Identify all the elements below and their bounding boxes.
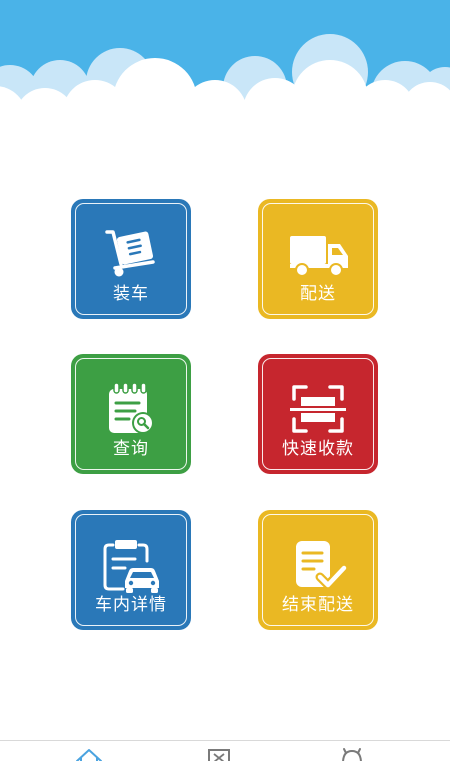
cart-icon <box>99 224 163 284</box>
load-tile[interactable]: 装车 <box>71 199 191 319</box>
user-icon <box>338 747 366 761</box>
nav-home[interactable] <box>75 747 103 761</box>
scan-icon <box>286 379 350 439</box>
nav-box[interactable] <box>205 747 233 761</box>
clipboard-car-icon <box>99 535 163 595</box>
home-icon <box>75 747 103 761</box>
load-label: 装车 <box>113 284 149 304</box>
quick-pay-label: 快速收款 <box>282 439 354 459</box>
bottom-navigation <box>0 740 450 761</box>
quick-pay-tile[interactable]: 快速收款 <box>258 354 378 474</box>
deliver-tile[interactable]: 配送 <box>258 199 378 319</box>
notebook-search-icon <box>99 379 163 439</box>
nav-user[interactable] <box>338 747 366 761</box>
vehicle-detail-tile[interactable]: 车内详情 <box>71 510 191 630</box>
vehicle-detail-label: 车内详情 <box>95 595 167 615</box>
query-label: 查询 <box>113 439 149 459</box>
document-check-icon <box>286 535 350 595</box>
truck-icon <box>286 224 350 284</box>
sky-clouds-illustration <box>0 0 450 135</box>
query-tile[interactable]: 查询 <box>71 354 191 474</box>
deliver-label: 配送 <box>300 284 336 304</box>
end-delivery-tile[interactable]: 结束配送 <box>258 510 378 630</box>
box-icon <box>205 747 233 761</box>
end-delivery-label: 结束配送 <box>282 595 354 615</box>
header-banner <box>0 0 450 135</box>
